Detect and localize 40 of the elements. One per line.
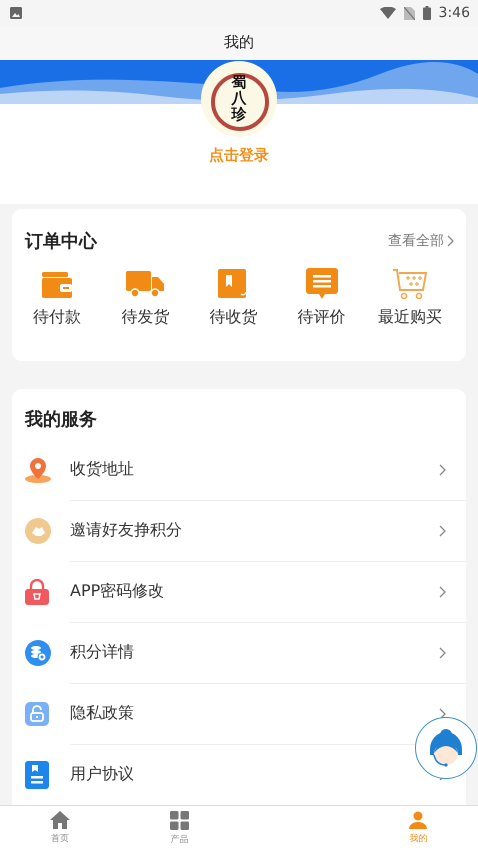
chevron-right-icon bbox=[439, 586, 446, 598]
cart-icon bbox=[392, 268, 428, 300]
lock-icon bbox=[25, 578, 49, 604]
wallet-icon bbox=[42, 270, 72, 298]
menu-item[interactable]: 收货地址 bbox=[70, 459, 134, 480]
no-sim-icon bbox=[404, 6, 415, 20]
clock: 3:46 bbox=[438, 5, 470, 21]
home-icon bbox=[50, 811, 70, 829]
order-status-button[interactable]: 待评价 bbox=[278, 267, 366, 328]
order-status-button[interactable]: 待发货 bbox=[101, 267, 190, 328]
chevron-right-icon bbox=[447, 235, 454, 248]
document-icon bbox=[25, 760, 49, 788]
package-icon bbox=[218, 269, 248, 300]
menu-item[interactable]: 积分详情 bbox=[70, 642, 134, 663]
menu-item[interactable]: 隐私政策 bbox=[70, 703, 134, 724]
section-title: 订单中心 bbox=[25, 230, 97, 254]
wifi-icon bbox=[380, 7, 396, 19]
unlock-icon bbox=[25, 702, 49, 726]
location-pin-icon bbox=[25, 456, 51, 482]
truck-icon bbox=[126, 269, 164, 300]
order-status-button[interactable]: 最近购买 bbox=[366, 267, 454, 328]
nav-tab[interactable]: 产品 bbox=[120, 806, 239, 850]
battery-icon bbox=[422, 6, 431, 20]
coins-icon bbox=[25, 640, 51, 666]
menu-item[interactable]: APP密码修改 bbox=[70, 581, 164, 602]
nav-tab[interactable]: 首页 bbox=[0, 806, 120, 850]
order-status-button[interactable]: 待付款 bbox=[13, 267, 102, 328]
image-icon bbox=[10, 7, 22, 19]
chevron-right-icon bbox=[439, 708, 446, 720]
menu-item[interactable]: 邀请好友挣积分 bbox=[70, 520, 182, 541]
order-status-button[interactable]: 待收货 bbox=[189, 267, 278, 328]
comment-icon bbox=[306, 268, 338, 300]
page-title: 我的 bbox=[224, 33, 254, 52]
view-all-link[interactable]: 查看全部 bbox=[388, 232, 454, 250]
chevron-right-icon bbox=[439, 646, 446, 658]
grid-icon bbox=[170, 810, 189, 830]
section-title: 我的服务 bbox=[25, 408, 98, 431]
chevron-right-icon bbox=[439, 524, 446, 536]
chevron-right-icon bbox=[439, 464, 446, 476]
menu-item[interactable]: 用户协议 bbox=[70, 764, 134, 785]
